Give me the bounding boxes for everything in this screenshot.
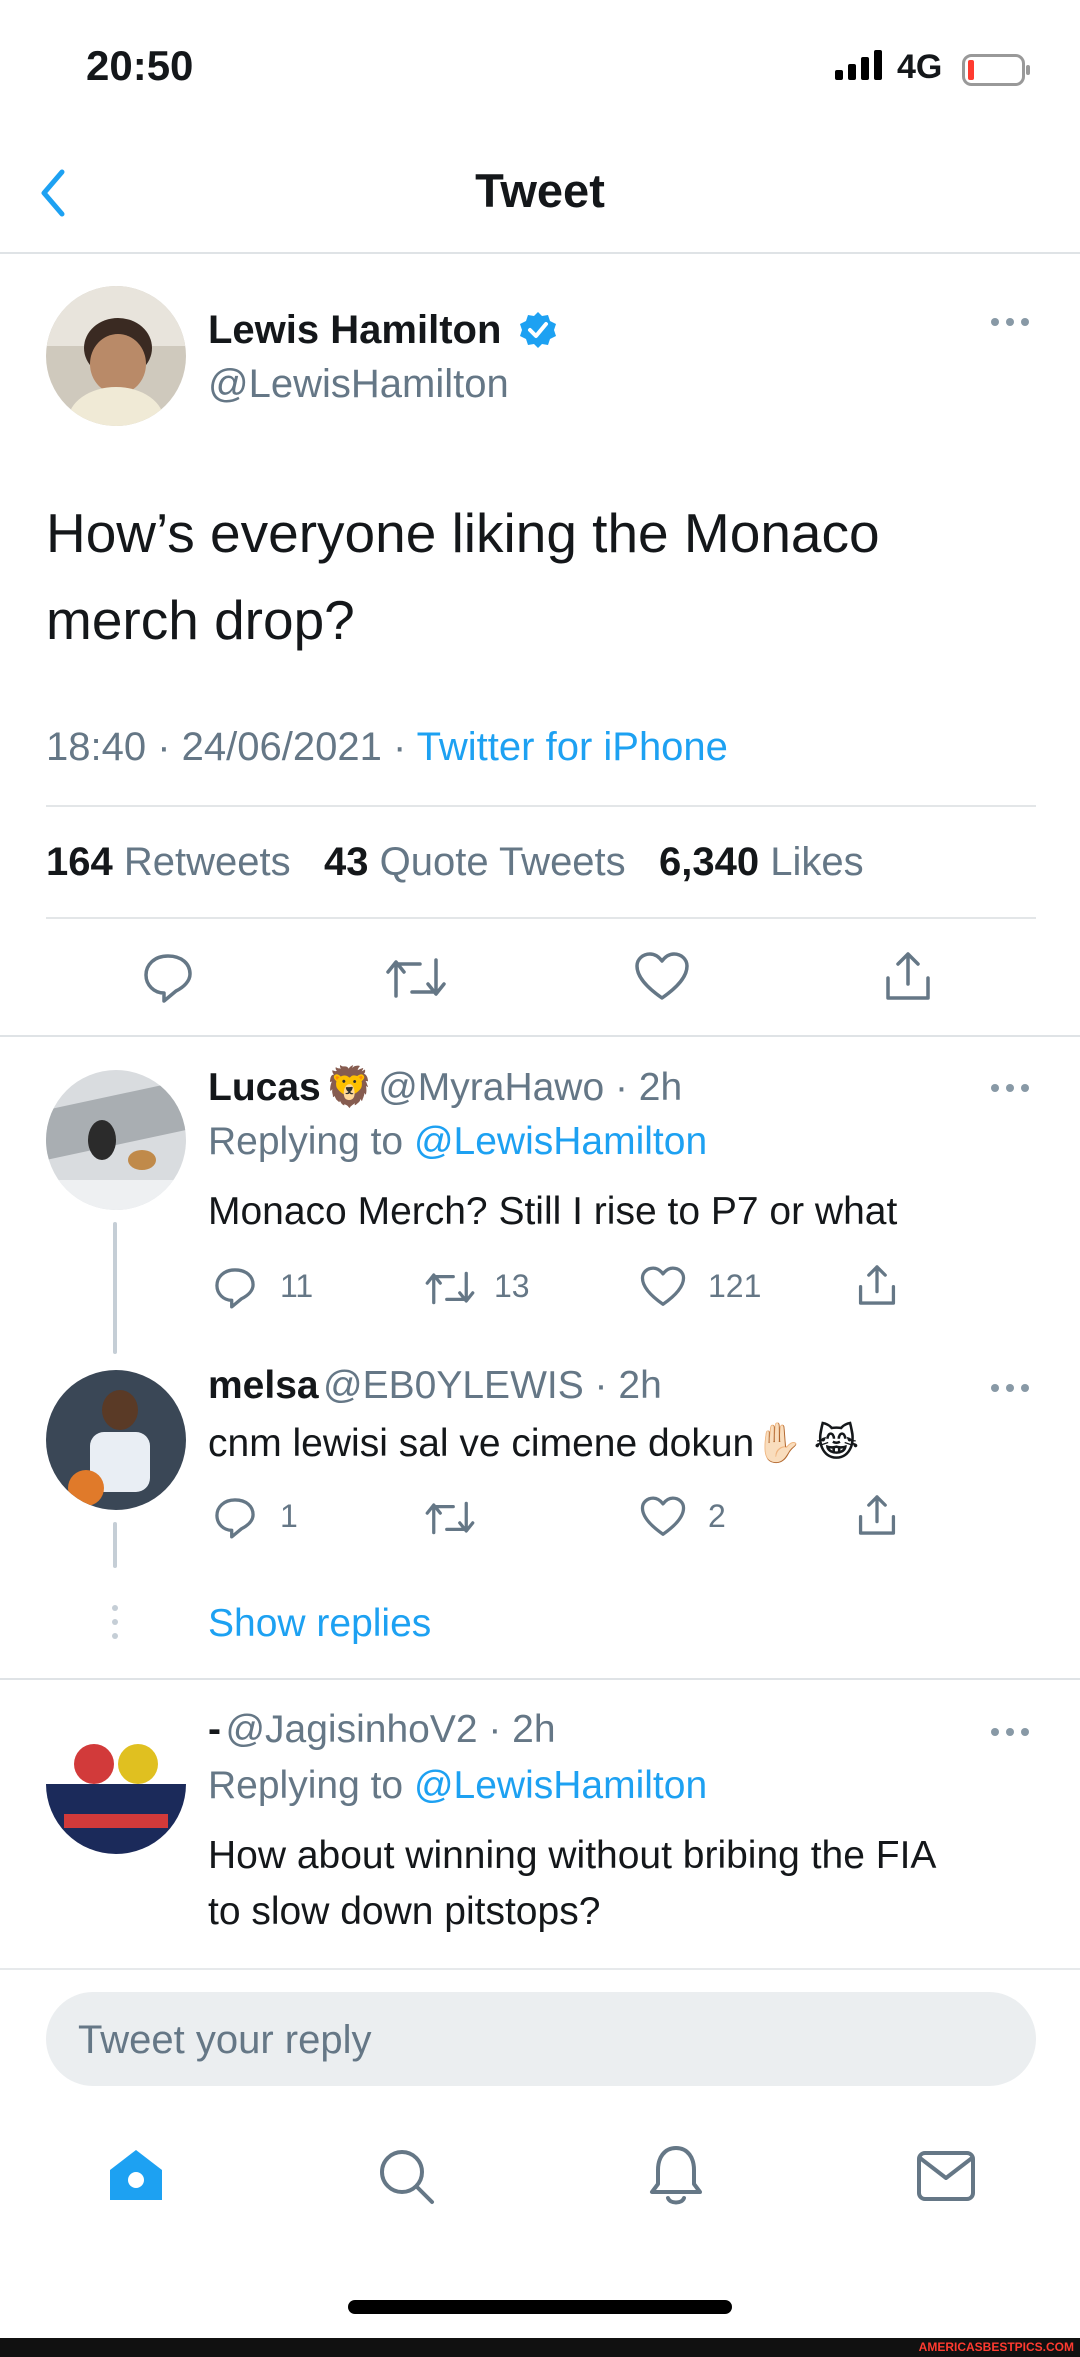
reply-author-name[interactable]: melsa [208, 1364, 319, 1407]
page-title: Tweet [475, 164, 605, 217]
replying-to: Replying to @LewisHamilton [208, 1120, 708, 1163]
reply-header: melsa @EB0YLEWIS · 2h [208, 1364, 662, 1408]
notifications-tab-icon[interactable] [646, 2144, 706, 2208]
reply-author-name[interactable]: Lucas [208, 1066, 321, 1109]
reply-text: Monaco Merch? Still I rise to P7 or what [208, 1190, 898, 1233]
thread-line [113, 1222, 117, 1354]
thread-dots-icon [111, 1604, 119, 1640]
reply-handle-time[interactable]: @EB0YLEWIS · 2h [323, 1364, 662, 1407]
share-icon[interactable] [854, 1262, 900, 1308]
reply-avatar[interactable] [46, 1070, 186, 1210]
home-indicator [348, 2300, 732, 2314]
replying-to-link[interactable]: @LewisHamilton [414, 1120, 707, 1163]
like-icon[interactable] [634, 952, 690, 1002]
search-tab-icon[interactable] [376, 2146, 436, 2206]
stats-divider [46, 917, 1036, 919]
verified-badge-icon [518, 310, 558, 350]
reply-author-name[interactable]: - [208, 1708, 221, 1751]
show-replies-link[interactable]: Show replies [208, 1602, 431, 1646]
retweet-icon[interactable] [424, 1496, 476, 1540]
retweet-icon[interactable] [424, 1266, 476, 1310]
tweet-timestamp: 18:40 · 24/06/2021 · [46, 725, 417, 769]
more-options-icon[interactable] [990, 1382, 1030, 1394]
home-tab-icon[interactable] [106, 2146, 166, 2206]
reply-icon[interactable] [212, 1495, 258, 1541]
author-handle[interactable]: @LewisHamilton [208, 362, 509, 407]
replying-to-link[interactable]: @LewisHamilton [414, 1764, 707, 1807]
reply-avatar[interactable] [46, 1714, 186, 1854]
tweet-text: How’s everyone liking the Monaco merch d… [46, 502, 880, 651]
thread-line [113, 1522, 117, 1568]
quotes-stat[interactable]: 43 Quote Tweets [324, 840, 626, 884]
like-icon[interactable] [640, 1266, 686, 1308]
reply-handle-time[interactable]: @MyraHawo · 2h [378, 1066, 682, 1109]
author-name[interactable]: Lewis Hamilton [208, 308, 501, 353]
tweet-source-link[interactable]: Twitter for iPhone [417, 725, 728, 769]
reply-text-line: to slow down pitstops? [208, 1890, 601, 1933]
reply-count: 1 [280, 1498, 298, 1534]
like-count: 2 [708, 1498, 726, 1534]
meta-divider [46, 805, 1036, 807]
header-divider [0, 252, 1080, 254]
battery-icon [962, 54, 1032, 86]
retweet-icon[interactable] [384, 952, 448, 1004]
reply-handle-time[interactable]: @JagisinhoV2 · 2h [225, 1708, 555, 1751]
share-icon[interactable] [854, 1492, 900, 1538]
reply-count: 11 [280, 1268, 314, 1304]
messages-tab-icon[interactable] [916, 2150, 976, 2202]
reply-text: cnm lewisi sal ve cimene dokun✋🏻 😹 [208, 1422, 860, 1465]
reply-avatar[interactable] [46, 1370, 186, 1510]
more-options-icon[interactable] [990, 316, 1030, 328]
replying-to: Replying to @LewisHamilton [208, 1764, 708, 1807]
signal-icon [835, 50, 885, 80]
tweet-stats: 164 Retweets 43 Quote Tweets 6,340 Likes [46, 840, 864, 885]
reply-divider [0, 1678, 1080, 1680]
reply-header: - @JagisinhoV2 · 2h [208, 1708, 556, 1752]
author-avatar[interactable] [46, 286, 186, 426]
retweet-count: 13 [494, 1268, 530, 1304]
likes-stat[interactable]: 6,340 Likes [659, 840, 864, 884]
reply-header: Lucas 🦁 @MyraHawo · 2h [208, 1064, 682, 1110]
reply-input-placeholder: Tweet your reply [78, 2018, 372, 2062]
watermark: AMERICASBESTPICS.COM [918, 2340, 1074, 2354]
like-count: 121 [708, 1268, 762, 1304]
like-icon[interactable] [640, 1496, 686, 1538]
share-icon[interactable] [880, 948, 936, 1004]
reply-icon[interactable] [140, 950, 196, 1006]
reply-author-emoji: 🦁 [325, 1066, 374, 1109]
actions-divider [0, 1035, 1080, 1037]
reply-emoji: ✋🏻 😹 [754, 1422, 860, 1465]
tweet-meta: 18:40 · 24/06/2021 · Twitter for iPhone [46, 725, 728, 770]
network-type: 4G [897, 48, 943, 86]
retweets-stat[interactable]: 164 Retweets [46, 840, 291, 884]
more-options-icon[interactable] [990, 1082, 1030, 1094]
reply-text-line: How about winning without bribing the FI… [208, 1834, 937, 1877]
more-options-icon[interactable] [990, 1726, 1030, 1738]
status-time: 20:50 [86, 42, 194, 89]
reply-icon[interactable] [212, 1265, 258, 1311]
